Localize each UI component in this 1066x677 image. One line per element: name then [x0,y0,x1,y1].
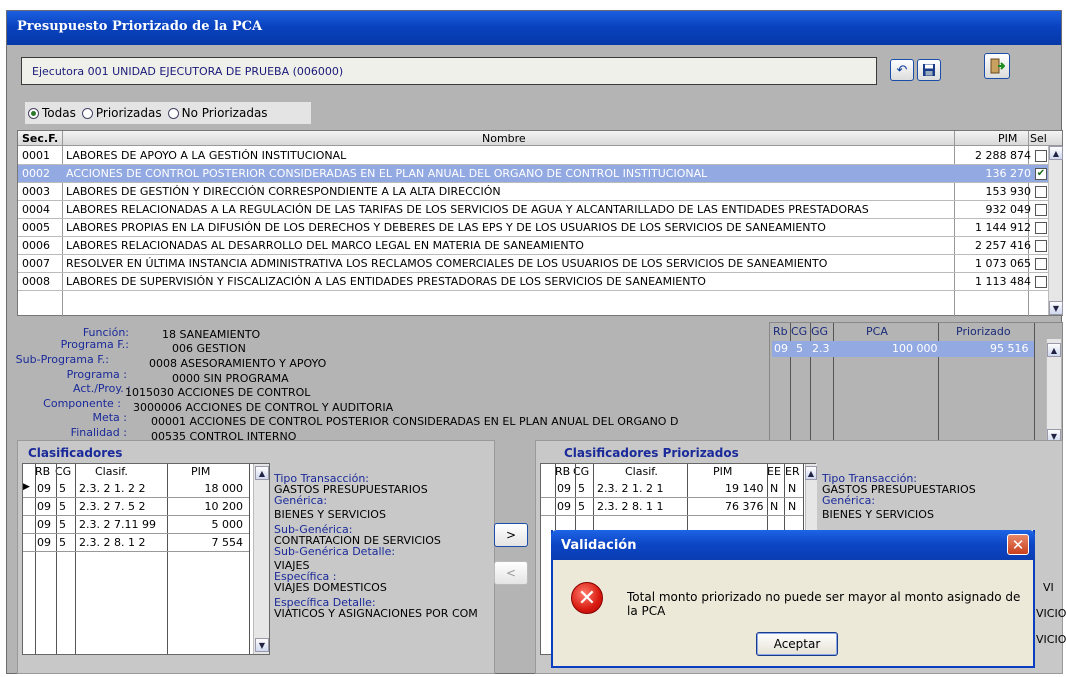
filter-radio-group: Todas Priorizadas No Priorizadas [25,102,311,124]
move-left-button[interactable]: < [494,561,528,585]
sel-checkbox[interactable] [1035,204,1047,216]
sel-checkbox[interactable] [1035,150,1047,162]
floppy-icon [923,64,935,76]
scroll-up-icon[interactable]: ▲ [1047,343,1061,357]
table-row[interactable]: 0005 LABORES PROPIAS EN LA DIFUSIÓN DE LO… [18,219,1049,237]
radio-todas[interactable] [28,108,39,119]
table-row[interactable]: 09 5 2.3. 2 1. 2 1 19 140 N N [541,480,803,498]
table-row[interactable]: 0008 LABORES DE SUPERVISIÓN Y FISCALIZACI… [18,273,1049,291]
exit-button[interactable] [984,53,1010,79]
table-row[interactable]: 09 5 2.3. 2 8. 1 1 76 376 N N [541,498,803,516]
table-row[interactable]: 09 5 2.3. 2 7.11 99 5 000 [23,516,249,534]
scroll-down-icon[interactable]: ▼ [1049,301,1063,315]
table-row[interactable]: 09 5 2.3. 2 7. 5 2 10 200 [23,498,249,516]
grid-scrollbar[interactable]: ▲ ▼ [1048,146,1063,315]
validation-dialog: Validación ✕ ✕ Total monto priorizado no… [551,530,1035,668]
exit-door-icon [990,58,1005,74]
table-row[interactable]: 0007 RESOLVER EN ÚLTIMA INSTANCIA ADMINIS… [18,255,1049,273]
sel-checkbox[interactable] [1035,276,1047,288]
scroll-up-icon[interactable]: ▲ [255,466,269,480]
clasificadores-pane: Clasificadores RB CG Clasif. PIM ▶ 09 5 2.3… [17,440,495,674]
filter-no-priorizadas[interactable]: No Priorizadas [167,106,268,120]
radio-priorizadas[interactable] [81,108,93,119]
sel-checkbox[interactable]: ✔ [1035,168,1047,180]
sel-checkbox[interactable] [1035,222,1047,234]
clasificadores-grid: RB CG Clasif. PIM ▶ 09 5 2.3. 2 1. 2 2 18 00… [22,463,270,655]
table-row[interactable]: 0001 LABORES DE APOYO A LA GESTIÓN INSTIT… [18,147,1049,165]
col-pim: PIM [998,132,1018,145]
undo-button[interactable]: ↶ [890,59,914,81]
priorizado-detail: Tipo Transacción: GASTOS PRESUPUESTARIOS … [822,472,976,521]
dialog-message: Total monto priorizado no puede ser mayo… [627,590,1021,618]
table-row[interactable]: 0006 LABORES RELACIONADAS AL DESARROLLO D… [18,237,1049,255]
dialog-title: Validación [551,530,1035,560]
sel-checkbox[interactable] [1035,240,1047,252]
save-button[interactable] [917,59,941,81]
filter-priorizadas[interactable]: Priorizadas [81,106,162,120]
table-row[interactable]: 0004 LABORES RELACIONADAS A LA REGULACIÓN… [18,201,1049,219]
col-secf: Sec.F. [22,132,59,145]
error-icon: ✕ [571,582,603,614]
pca-row[interactable]: 09 5 2.3 100 000 95 516 [772,341,1034,357]
col-sel: Sel [1030,132,1047,145]
pca-scrollbar[interactable]: ▲ ▼ [1046,339,1061,443]
col-nombre: Nombre [482,132,526,145]
grid-header: Sec.F. Nombre PIM Sel [18,131,1062,146]
clasificador-detail: Tipo Transacción: GASTOS PRESUPUESTARIOS … [274,472,478,619]
filter-todas[interactable]: Todas [28,106,76,120]
scroll-up-icon[interactable]: ▲ [805,466,817,480]
ejecutora-field: Ejecutora 001 UNIDAD EJECUTORA DE PRUEBA… [21,57,877,85]
close-icon[interactable]: ✕ [1007,534,1029,555]
window-title: Presupuesto Priorizado de la PCA [7,11,1061,45]
secuencia-funcional-grid: Sec.F. Nombre PIM Sel 0001 LABORES DE APO… [17,130,1063,317]
scroll-up-icon[interactable]: ▲ [1049,146,1063,160]
sel-checkbox[interactable] [1035,258,1047,270]
clasificadores-title: Clasificadores [28,446,123,460]
sel-checkbox[interactable] [1035,186,1047,198]
table-row[interactable]: 09 5 2.3. 2 8. 1 27 554 [23,534,249,552]
table-row[interactable]: 0002 ACCIONES DE CONTROL POSTERIOR CONSID… [18,165,1049,183]
undo-icon: ↶ [896,62,908,78]
scroll-down-icon[interactable]: ▼ [255,638,269,652]
info-panel: Función: 18 SANEAMIENTO Programa F.: 006 G… [15,326,679,443]
priorizados-title: Clasificadores Priorizados [564,446,739,460]
table-row[interactable]: ▶ 09 5 2.3. 2 1. 2 2 18 000 [23,480,249,498]
accept-button[interactable]: Aceptar [756,632,838,656]
move-right-button[interactable]: > [494,523,528,547]
pca-grid: Rb CG GG PCA Priorizado 09 5 2.3 100 000… [769,322,1063,444]
clasif-scrollbar[interactable]: ▲ ▼ [253,464,269,654]
radio-no-priorizadas[interactable] [167,108,179,119]
table-row[interactable]: 0003 LABORES DE GESTIÓN Y DIRECCIÓN CORRE… [18,183,1049,201]
